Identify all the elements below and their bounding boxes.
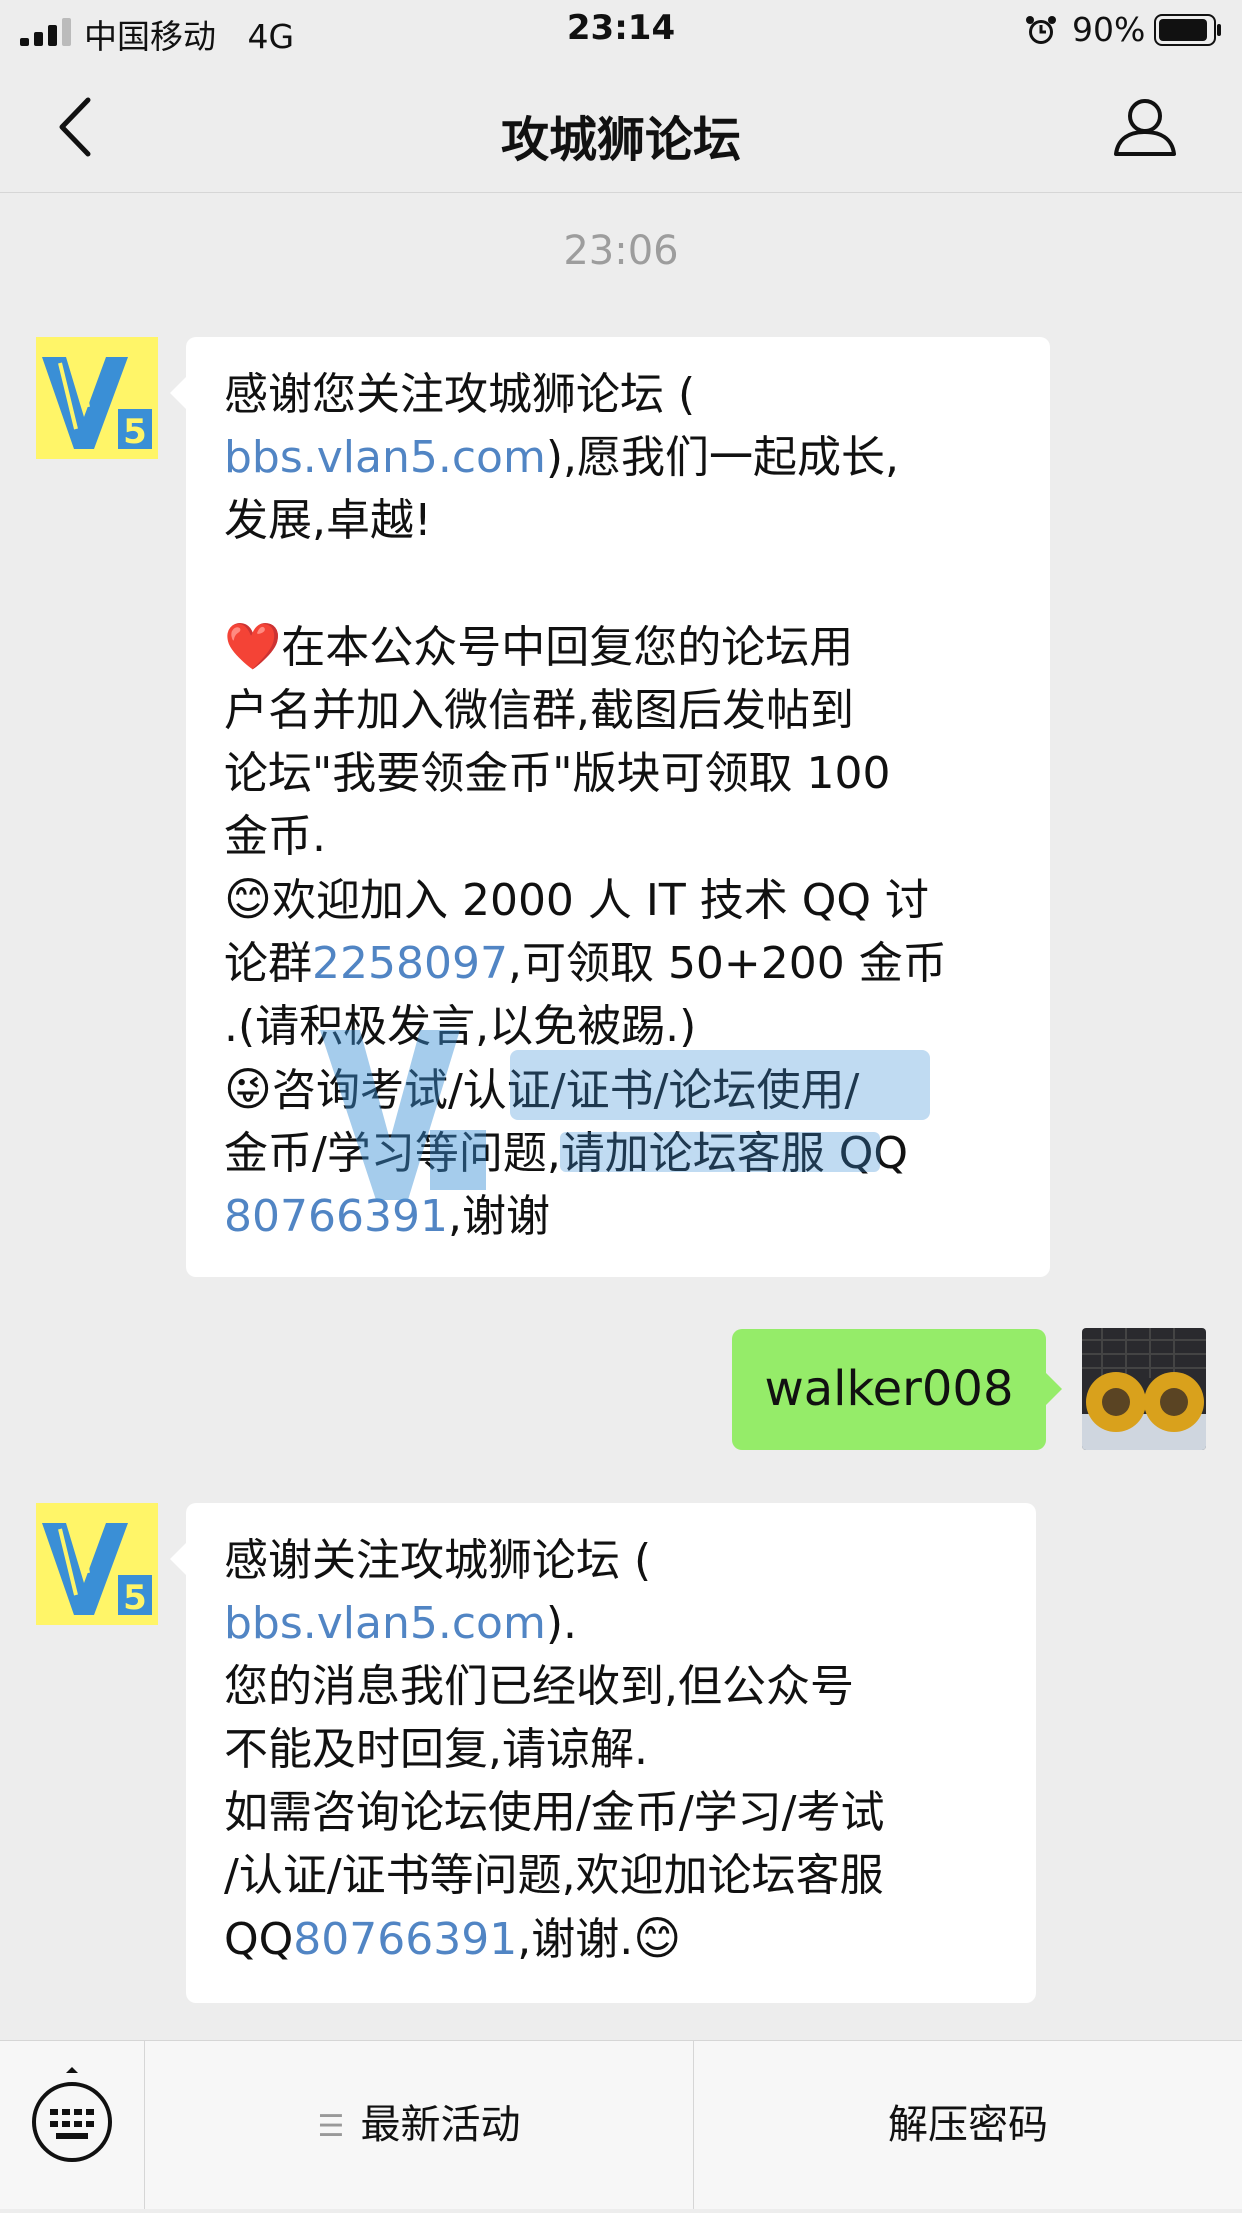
- nav-bar: 攻城狮论坛: [0, 62, 1242, 193]
- message-text: 欢迎加入 2000 人 IT 技术 QQ 讨: [271, 875, 929, 926]
- message-line: 如需咨询论坛使用/金币/学习/考试: [224, 1787, 885, 1838]
- message-text: ).: [545, 1598, 577, 1649]
- incoming-message-bubble[interactable]: 感谢关注攻城狮论坛 ( bbs.vlan5.com). 您的消息我们已经收到,但…: [170, 1503, 1036, 2003]
- message-line: 论坛"我要领金币"版块可领取 100: [224, 748, 891, 799]
- menu-item-unzip-password[interactable]: 解压密码: [694, 2041, 1242, 2209]
- message-line: 户名并加入微信群,截图后发帖到: [224, 685, 854, 736]
- svg-text:5: 5: [123, 412, 147, 452]
- smile-emoji-icon: 😊: [633, 1911, 682, 1965]
- message-line: .(请积极发言,以免被踢.): [224, 1001, 697, 1052]
- message-text: 论群: [224, 938, 312, 989]
- bottom-menu-bar: ☰ 最新活动 解压密码: [0, 2040, 1242, 2209]
- message-line: 金币/学习等问题,请加论坛客服 QQ: [224, 1128, 909, 1179]
- menu-label: 最新活动: [360, 2102, 521, 2148]
- message-line: 感谢关注攻城狮论坛 (: [224, 1535, 652, 1586]
- page-title: 攻城狮论坛: [500, 112, 741, 168]
- message-text: ,可领取 50+200 金币: [507, 938, 947, 989]
- keyboard-toggle-button[interactable]: [0, 2041, 145, 2209]
- message-line: /认证/证书等问题,欢迎加论坛客服: [224, 1850, 884, 1901]
- message-text: ),愿我们一起成长,: [545, 432, 899, 483]
- message-line: 您的消息我们已经收到,但公众号: [224, 1661, 854, 1712]
- message-text: 在本公众号中回复您的论坛用: [281, 622, 854, 673]
- menu-item-latest-activities[interactable]: ☰ 最新活动: [145, 2041, 694, 2209]
- status-bar: 中国移动 4G 23:14 90%: [0, 0, 1242, 62]
- alarm-icon: [1026, 16, 1056, 44]
- message-line: 不能及时回复,请谅解.: [224, 1724, 648, 1775]
- v5-logo-icon: 5: [42, 357, 152, 452]
- account-avatar[interactable]: 5: [36, 1503, 158, 1625]
- smile-emoji-icon: 😊: [224, 872, 272, 926]
- forum-link[interactable]: bbs.vlan5.com: [224, 1598, 546, 1649]
- qq-service-link[interactable]: 80766391: [224, 1191, 448, 1242]
- message-line: 发展,卓越!: [224, 495, 432, 546]
- message-line: 感谢您关注攻城狮论坛 (: [224, 369, 696, 420]
- message-timestamp: 23:06: [563, 228, 679, 274]
- qq-service-link[interactable]: 80766391: [293, 1914, 517, 1965]
- svg-text:5: 5: [123, 1578, 147, 1618]
- message-text: ,谢谢.: [517, 1914, 634, 1965]
- keyboard-icon: [32, 2067, 112, 2162]
- battery-percent: 90%: [1072, 10, 1146, 49]
- message-text: ,谢谢: [447, 1191, 550, 1242]
- account-avatar[interactable]: 5: [36, 337, 158, 459]
- menu-label: 解压密码: [888, 2102, 1048, 2148]
- list-icon: ☰: [317, 2109, 345, 2144]
- person-icon[interactable]: [1112, 96, 1178, 158]
- battery-icon: [1154, 14, 1221, 46]
- message-text: QQ: [224, 1914, 294, 1965]
- user-avatar[interactable]: [1082, 1328, 1206, 1450]
- qq-group-link[interactable]: 2258097: [312, 938, 508, 989]
- message-line: 金币.: [224, 811, 326, 862]
- message-text: 咨询考试/认证/证书/论坛使用/: [271, 1065, 860, 1116]
- forum-link[interactable]: bbs.vlan5.com: [224, 432, 546, 483]
- wink-emoji-icon: 😜: [224, 1062, 272, 1116]
- incoming-message-bubble[interactable]: 感谢您关注攻城狮论坛 ( bbs.vlan5.com),愿我们一起成长, 发展,…: [170, 337, 1050, 1277]
- heart-emoji-icon: ❤️: [224, 619, 282, 673]
- v5-logo-icon: 5: [42, 1523, 152, 1618]
- outgoing-message-bubble[interactable]: walker008: [732, 1329, 1062, 1450]
- user-photo-icon: [1082, 1328, 1206, 1450]
